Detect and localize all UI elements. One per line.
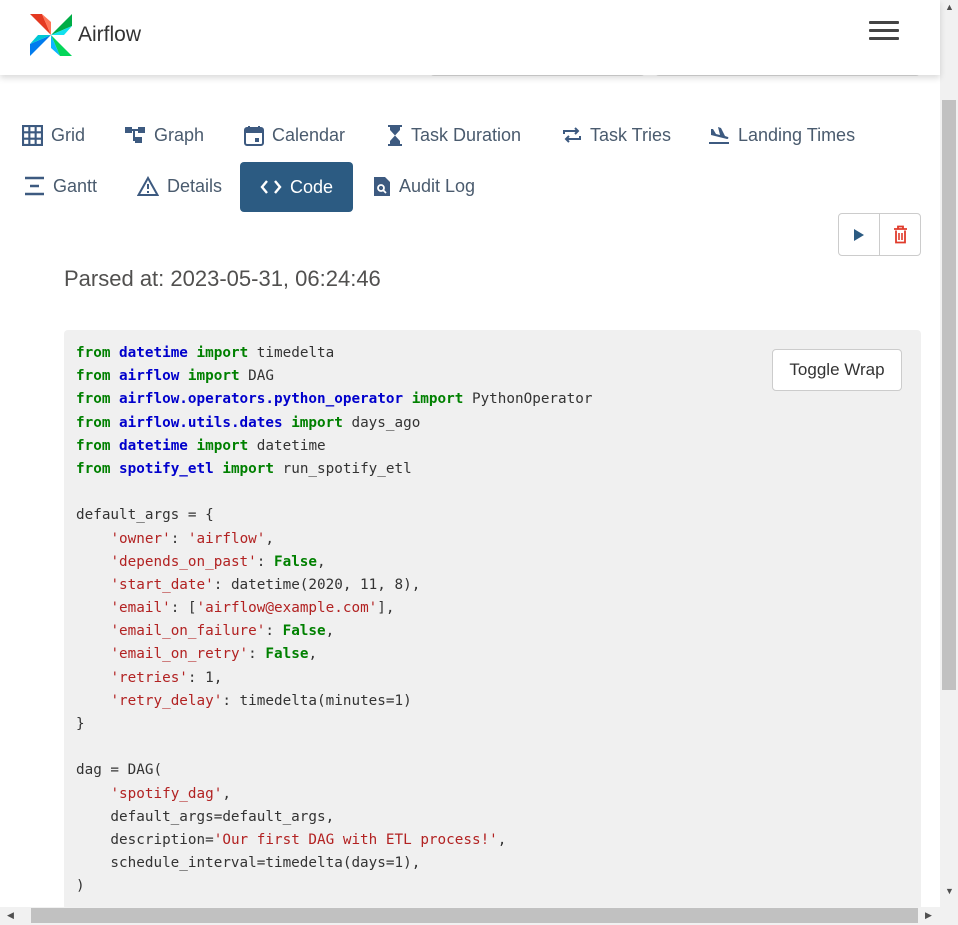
tab-task-tries[interactable]: Task Tries [562,110,671,160]
line-content: from airflow import DAG [76,368,275,385]
line-content: 'email': ['airflow@example.com'], [110,600,395,617]
line-content: dag = DAG( [76,762,163,779]
tab-label: Audit Log [399,175,476,196]
code-line: 3from airflow.operators.python_operator … [64,388,592,411]
tab-graph[interactable]: Graph [124,110,204,160]
tab-label: Calendar [272,124,346,145]
code-line: 6from spotify_etl import run_spotify_etl [64,458,592,481]
scroll-up-icon[interactable]: ▲ [945,2,954,12]
line-content: description='Our first DAG with ETL proc… [76,831,507,848]
line-content: 'spotify_dag', [110,785,231,802]
line-content: 'retries': 1, [110,669,223,686]
line-content: ) [76,878,85,895]
code-line: 7 [64,481,592,504]
tab-calendar[interactable]: Calendar [244,110,345,160]
tab-landing-times[interactable]: Landing Times [708,110,855,160]
tab-label: Landing Times [738,124,856,145]
delete-dag-button[interactable] [880,214,920,255]
tab-grid[interactable]: Grid [22,110,85,160]
line-content: 'start_date': datetime(2020, 11, 8), [110,576,421,593]
grid-icon [22,124,43,146]
line-content: 'email_on_retry': False, [110,646,318,663]
line-content: } [76,716,85,732]
line-content: from airflow.utils.dates import days_ago [76,414,421,431]
line-content: default_args=default_args, [76,808,335,825]
tab-label: Details [167,175,223,196]
code-line: 15 'retries': 1, [64,667,592,690]
code-line: 24) [64,875,592,898]
code-line: 20 'spotify_dag', [64,783,592,806]
code-line: 10 'depends_on_past': False, [64,551,592,574]
horizontal-scroll-thumb[interactable] [31,908,918,923]
line-content: 'depends_on_past': False, [110,553,326,570]
toggle-wrap-button[interactable]: Toggle Wrap [772,349,902,391]
code-line: 11 'start_date': datetime(2020, 11, 8), [64,574,592,597]
tab-gantt[interactable]: Gantt [24,161,97,211]
line-content: from datetime import timedelta [76,345,335,361]
line-content: default_args = { [76,507,214,524]
play-icon [854,228,864,241]
line-content: from spotify_etl import run_spotify_etl [76,460,412,477]
tab-code[interactable]: Code [240,162,354,212]
line-content: 'retry_delay': timedelta(minutes=1) [110,692,412,709]
calendar-icon [244,125,264,146]
code-line: 4from airflow.utils.dates import days_ag… [64,412,592,435]
tab-task-duration[interactable]: Task Duration [387,110,521,160]
graph-icon [125,127,145,143]
brand-name[interactable]: Airflow [78,23,141,47]
scroll-down-icon[interactable]: ▼ [945,886,954,896]
scroll-left-icon[interactable]: ◀ [7,910,14,921]
warning-icon [137,176,159,196]
hourglass-icon [388,124,402,146]
code-line: 9 'owner': 'airflow', [64,528,592,551]
scroll-right-icon[interactable]: ▶ [925,910,932,921]
tab-audit-log[interactable]: Audit Log [373,161,475,211]
code-line: 16 'retry_delay': timedelta(minutes=1) [64,690,592,713]
line-content: schedule_interval=timedelta(days=1), [76,855,421,872]
airflow-logo-icon[interactable] [28,12,74,58]
code-line: 8default_args = { [64,504,592,527]
code-line: 12 'email': ['airflow@example.com'], [64,597,592,620]
parsed-at-text: Parsed at: 2023-05-31, 06:24:46 [64,266,381,291]
code-lines: 1from datetime import timedelta2from air… [64,342,592,899]
line-content: 'owner': 'airflow', [110,530,274,547]
tab-label: Code [290,176,334,197]
menu-hamburger-icon[interactable] [869,21,899,41]
code-line: 23 schedule_interval=timedelta(days=1), [64,852,592,875]
code-line: 5from datetime import datetime [64,435,592,458]
dag-actions [838,213,921,256]
landing-icon [709,127,729,144]
tab-details[interactable]: Details [137,161,222,211]
trigger-dag-button[interactable] [839,214,880,255]
repeat-icon [563,127,581,143]
line-content: from airflow.operators.python_operator i… [76,391,593,408]
code-line: 2from airflow import DAG [64,365,592,388]
code-viewer: 1from datetime import timedelta2from air… [64,330,921,910]
code-line: 1from datetime import timedelta [64,342,592,365]
line-content: 'email_on_failure': False, [110,623,335,640]
code-icon [260,180,282,194]
trash-icon [893,225,907,244]
tab-label: Gantt [53,175,98,196]
tab-label: Graph [154,124,205,145]
vertical-scroll-thumb[interactable] [942,100,956,690]
tab-label: Task Tries [590,124,672,145]
code-line: 13 'email_on_failure': False, [64,620,592,643]
audit-icon [374,176,390,196]
code-line: 17} [64,713,592,736]
tab-label: Task Duration [411,124,522,145]
tab-label: Grid [51,124,86,145]
code-line: 14 'email_on_retry': False, [64,643,592,666]
gantt-icon [25,176,44,196]
code-line: 21 default_args=default_args, [64,806,592,829]
line-content: from datetime import datetime [76,437,326,454]
code-line: 18 [64,736,592,759]
code-line: 19dag = DAG( [64,759,592,782]
navbar: Airflow [0,0,940,75]
code-line: 22 description='Our first DAG with ETL p… [64,829,592,852]
